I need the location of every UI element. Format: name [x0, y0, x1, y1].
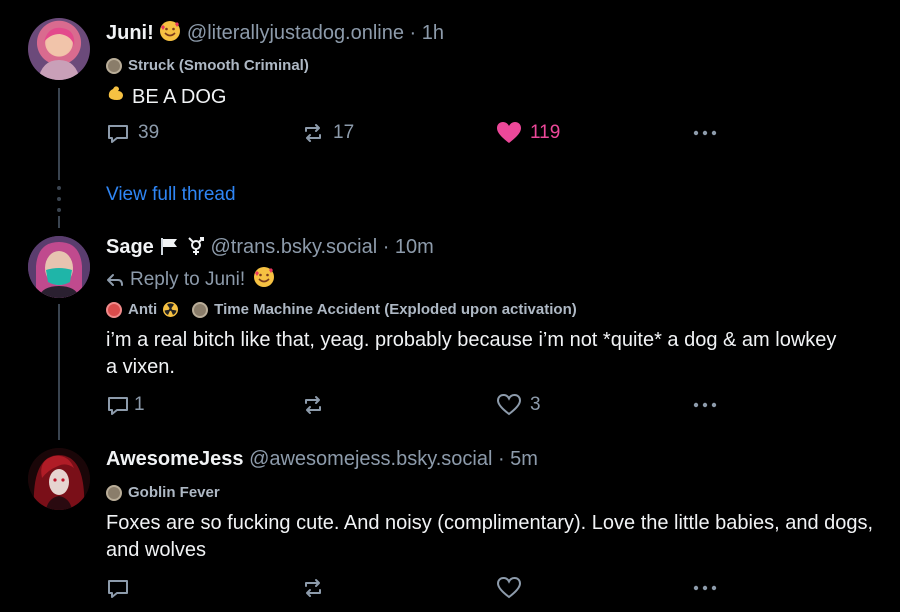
- badge-list: Anti Time Machine Accident (Exploded upo…: [106, 301, 591, 318]
- reply-to-text: Reply to Juni!: [130, 269, 246, 290]
- thread-line: [58, 88, 60, 180]
- heart-outline-icon: [496, 576, 522, 599]
- author-handle[interactable]: @awesomejess.bsky.social · 5m: [249, 448, 538, 470]
- heart-outline-icon: [496, 393, 522, 416]
- flexed-biceps-icon: [106, 83, 126, 111]
- badge-label: Anti: [128, 301, 158, 318]
- badge[interactable]: Anti: [106, 301, 179, 318]
- repost-icon: [305, 124, 321, 142]
- post-text-body: BE A DOG: [132, 85, 227, 108]
- badge-coin-icon: [192, 301, 209, 318]
- badge[interactable]: Goblin Fever: [106, 484, 220, 501]
- smiling-face-with-hearts-icon: [253, 266, 275, 294]
- repost-icon: [305, 579, 321, 597]
- badge-coin-icon: [106, 484, 122, 501]
- reply-count: 1: [134, 394, 145, 415]
- reply-button[interactable]: 39: [106, 121, 159, 145]
- view-full-thread-link[interactable]: View full thread: [106, 184, 236, 206]
- more-button[interactable]: [691, 393, 719, 417]
- badge-label: Struck (Smooth Criminal): [128, 57, 309, 74]
- reply-icon: [108, 580, 128, 598]
- smiling-face-with-hearts-icon: [159, 20, 181, 48]
- like-button[interactable]: 119: [496, 121, 560, 145]
- more-button[interactable]: [691, 576, 719, 600]
- like-count: 3: [530, 394, 541, 415]
- post-text: Foxes are so fucking cute. And noisy (co…: [106, 512, 874, 561]
- reply-button[interactable]: 1: [106, 393, 145, 417]
- avatar-juni[interactable]: [28, 18, 90, 80]
- heart-filled-icon: [497, 122, 521, 143]
- post-actions: 39 17 119: [106, 121, 726, 147]
- avatar-sage[interactable]: [28, 236, 90, 298]
- post-actions: 1 3: [106, 393, 726, 419]
- badge[interactable]: Time Machine Accident (Exploded upon act…: [192, 301, 577, 318]
- repost-icon: [305, 396, 321, 414]
- repost-button[interactable]: [301, 393, 325, 417]
- reply-button[interactable]: [106, 576, 130, 600]
- post-actions: [106, 576, 726, 602]
- post-text: i’m a real bitch like that, yeag. probab…: [106, 329, 837, 378]
- thread-line: [58, 304, 60, 440]
- badge-list: Goblin Fever: [106, 484, 234, 501]
- radioactive-icon: [163, 302, 179, 317]
- badge-coin-icon: [106, 57, 122, 74]
- more-button[interactable]: [691, 121, 719, 145]
- post-header: Sage @trans.bsky.social · 10m: [106, 236, 434, 262]
- thread-dots: [57, 186, 61, 219]
- white-flag-icon: [159, 236, 181, 262]
- post-header: AwesomeJess @awesomejess.bsky.social · 5…: [106, 448, 538, 471]
- transgender-symbol-icon: [187, 236, 205, 262]
- reply-icon: [108, 125, 128, 143]
- reply-count: 39: [138, 122, 160, 143]
- more-dots-icon: [693, 130, 717, 136]
- author-handle[interactable]: @literallyjustadog.online · 1h: [187, 22, 444, 44]
- more-dots-icon: [693, 585, 717, 591]
- author-name[interactable]: Sage: [106, 236, 154, 258]
- badge-bow-icon: [106, 301, 122, 318]
- reply-to-line[interactable]: Reply to Juni!: [106, 266, 275, 294]
- post-text: BE A DOG: [106, 83, 886, 111]
- repost-button[interactable]: [301, 576, 325, 600]
- reply-icon: [108, 397, 128, 415]
- avatar-awesomejess[interactable]: [28, 448, 90, 510]
- like-button[interactable]: 3: [496, 393, 541, 417]
- reply-arrow-icon: [107, 274, 123, 286]
- thread-line: [58, 216, 60, 228]
- author-handle[interactable]: @trans.bsky.social · 10m: [211, 236, 434, 258]
- badge[interactable]: Struck (Smooth Criminal): [106, 57, 309, 74]
- more-dots-icon: [693, 402, 717, 408]
- like-count: 119: [530, 122, 561, 143]
- badge-label: Time Machine Accident (Exploded upon act…: [214, 301, 577, 318]
- author-name[interactable]: Juni!: [106, 22, 154, 44]
- repost-count: 17: [333, 122, 355, 143]
- post-header: Juni! @literallyjustadog.online · 1h: [106, 20, 444, 48]
- repost-button[interactable]: 17: [301, 121, 354, 145]
- badge-label: Goblin Fever: [128, 484, 220, 501]
- author-name[interactable]: AwesomeJess: [106, 448, 244, 470]
- like-button[interactable]: [496, 576, 522, 600]
- badge-list: Struck (Smooth Criminal): [106, 57, 323, 74]
